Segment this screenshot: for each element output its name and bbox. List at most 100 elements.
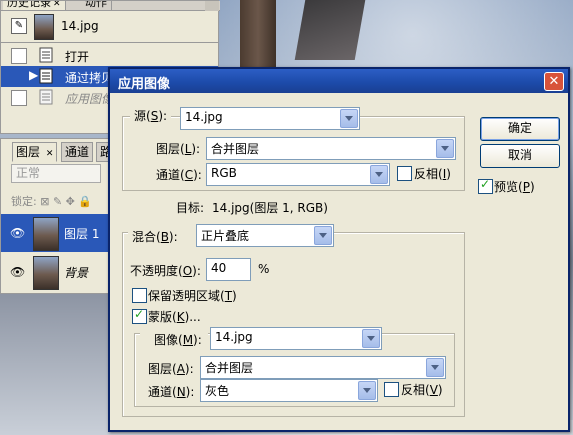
- invert-mask-label-prefix: 反相(: [401, 383, 430, 397]
- src-channel-label-suffix: ):: [193, 168, 202, 182]
- blend-mode-select[interactable]: 正常: [11, 164, 101, 183]
- history-step-icon: [39, 89, 53, 105]
- src-layer-value: 合并图层: [211, 142, 260, 156]
- mask-checkbox[interactable]: [132, 307, 147, 324]
- tab-history[interactable]: 历史记录 ✕: [3, 1, 66, 10]
- opacity-label-prefix: 不透明度(: [130, 264, 183, 278]
- opacity-label-key: O: [182, 264, 193, 278]
- invert-source-checkbox[interactable]: [397, 166, 412, 181]
- chevron-down-icon: [314, 226, 332, 245]
- mask-layer-label-key: A: [176, 362, 185, 376]
- src-channel-label-key: C: [184, 168, 194, 182]
- lock-label-text: 锁定:: [11, 195, 37, 208]
- mask-label-suffix: )...: [184, 310, 201, 324]
- preserve-transparency-checkbox[interactable]: [132, 288, 147, 303]
- snapshot-thumbnail: [34, 14, 54, 40]
- close-icon[interactable]: ✕: [53, 1, 61, 9]
- close-icon: ✕: [548, 74, 560, 89]
- history-step-icon: [39, 68, 53, 84]
- mask-image-label-prefix: 图像(: [154, 333, 183, 347]
- mask-channel-select[interactable]: 灰色: [200, 379, 378, 402]
- blend-mode-value: 正常: [16, 166, 41, 180]
- layer-row[interactable]: 👁 图层 1: [1, 214, 111, 252]
- source-label: 源(S):: [134, 109, 167, 123]
- target-value: 14.jpg(图层 1, RGB): [212, 201, 328, 215]
- ok-button[interactable]: 确定: [480, 117, 560, 141]
- mask-image-select[interactable]: 14.jpg: [210, 327, 382, 350]
- tab-actions[interactable]: 动作: [81, 1, 112, 10]
- layer-name: 图层 1: [64, 227, 100, 241]
- preview-checkbox[interactable]: [478, 177, 493, 194]
- snapshot-source-icon[interactable]: ✎: [11, 18, 27, 34]
- blending-select[interactable]: 正片叠底: [196, 224, 334, 247]
- dialog-title: 应用图像: [118, 77, 171, 92]
- history-item-label: 应用图像: [65, 92, 114, 106]
- mask-image-value: 14.jpg: [215, 330, 253, 344]
- history-source-checkbox[interactable]: [11, 90, 27, 106]
- mask-layer-label-suffix: ):: [184, 362, 194, 376]
- mask-image-label: 图像(M):: [154, 331, 202, 348]
- src-layer-select[interactable]: 合并图层: [206, 137, 456, 160]
- tab-channels-label: 通道: [65, 145, 90, 159]
- invert-mask-checkbox[interactable]: [384, 382, 399, 397]
- lock-transparency-icon[interactable]: ⊠: [40, 195, 49, 208]
- src-channel-value: RGB: [211, 166, 237, 180]
- opacity-unit: %: [258, 262, 270, 276]
- mask-channel-label-prefix: 通道(: [148, 385, 177, 399]
- preserve-transparency-label: 保留透明区域(T): [148, 287, 237, 304]
- lock-move-icon[interactable]: ✥: [66, 195, 75, 208]
- layer-row[interactable]: 👁 背景: [1, 253, 111, 291]
- mask-channel-label: 通道(N):: [148, 383, 194, 400]
- tab-history-label: 历史记录: [7, 1, 51, 9]
- history-step-icon: [39, 47, 53, 63]
- preview-label-suffix: ): [529, 180, 535, 194]
- close-button[interactable]: ✕: [544, 72, 564, 91]
- mask-layer-value: 合并图层: [205, 361, 254, 375]
- mask-layer-label-prefix: 图层(: [148, 362, 177, 376]
- mask-label-prefix: 蒙版(: [148, 310, 177, 324]
- chevron-down-icon: [340, 109, 358, 128]
- chevron-down-icon: [426, 358, 444, 377]
- tab-channels[interactable]: 通道: [61, 142, 94, 162]
- blending-label-prefix: 混合(: [132, 230, 161, 244]
- source-label-prefix: 源(: [134, 109, 151, 123]
- layer-thumbnail: [33, 256, 59, 290]
- invert-source-label-suffix: ): [446, 167, 451, 181]
- mask-image-label-suffix: ):: [193, 333, 202, 347]
- history-source-checkbox[interactable]: [11, 48, 27, 64]
- mask-channel-label-key: N: [176, 385, 186, 399]
- close-icon[interactable]: ✕: [46, 149, 54, 159]
- src-layer-label-suffix: ):: [191, 142, 201, 156]
- lock-all-icon[interactable]: 🔒: [78, 195, 92, 208]
- source-select[interactable]: 14.jpg: [180, 107, 360, 130]
- lock-brush-icon[interactable]: ✎: [53, 195, 62, 208]
- preserve-transparency-label-prefix: 保留透明区域(: [148, 289, 225, 303]
- chevron-down-icon: [358, 381, 376, 400]
- scroll-up-button[interactable]: [205, 1, 219, 11]
- invert-mask-label-suffix: ): [437, 383, 443, 397]
- layer-thumbnail: [33, 217, 59, 251]
- apply-image-dialog: 应用图像 ✕ 源(S): 14.jpg 图层(L): 合并图层 通道( C): R…: [108, 67, 570, 432]
- mask-layer-label: 图层(A):: [148, 360, 194, 377]
- history-snapshot[interactable]: ✎ 14.jpg: [1, 12, 218, 42]
- opacity-input[interactable]: 40: [206, 258, 251, 281]
- tab-layers-label: 图层: [16, 145, 41, 159]
- chevron-down-icon: [436, 139, 454, 158]
- src-channel-select[interactable]: RGB: [206, 163, 390, 186]
- dialog-titlebar[interactable]: 应用图像 ✕: [110, 69, 568, 93]
- target-label: 目标:: [176, 201, 205, 215]
- history-item-label: 通过拷贝: [65, 71, 114, 85]
- layer-name: 背景: [64, 266, 89, 280]
- tab-layers[interactable]: 图层 ✕: [12, 142, 58, 162]
- eye-icon[interactable]: 👁: [10, 226, 25, 240]
- mask-layer-select[interactable]: 合并图层: [200, 356, 446, 379]
- src-layer-label: 图层(L):: [156, 140, 200, 157]
- history-item-label: 打开: [65, 50, 90, 64]
- eye-icon[interactable]: 👁: [10, 265, 25, 279]
- cancel-button[interactable]: 取消: [480, 144, 560, 168]
- history-item-open[interactable]: 打开: [1, 45, 218, 66]
- preview-label-prefix: 预览(: [494, 180, 523, 194]
- mask-image-label-key: M: [182, 333, 194, 347]
- blending-value: 正片叠底: [201, 229, 250, 243]
- source-label-suffix: ):: [158, 109, 168, 123]
